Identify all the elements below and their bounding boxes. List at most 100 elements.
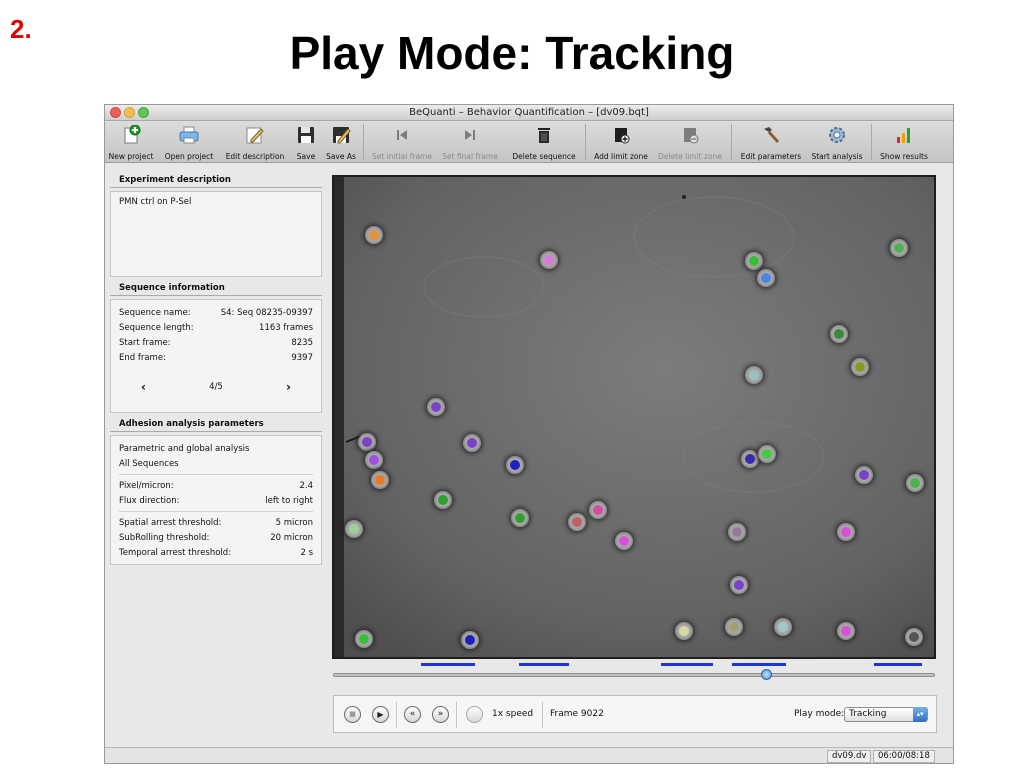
floppy-disk-icon [298,127,314,143]
speed-knob[interactable] [466,706,483,723]
track-marker-dot [894,243,904,253]
microscope-frame-image [334,177,934,657]
delete-zone-icon [684,128,699,144]
window-title: BeQuanti – Behavior Quantification – [dv… [409,107,649,118]
divider [119,511,313,512]
track-marker-dot [745,454,755,464]
toolbar: New project Open project Edit descriptio… [105,121,953,163]
delete-sequence-button[interactable]: Delete sequence [509,121,579,163]
spatial-threshold-row: Spatial arrest threshold: 5 micron [119,517,313,528]
adhesion-parameters-box: Parametric and global analysis All Seque… [110,435,322,565]
minimize-window-button[interactable] [124,107,135,118]
track-marker-dot [465,635,475,645]
hammer-icon [764,127,779,143]
playback-controls: ■ ▶ « » 1x speed Frame 9022 Play mode: T… [333,695,937,733]
toolbar-separator [871,124,872,160]
track-marker-dot [841,626,851,636]
pixel-micron-row: Pixel/micron: 2.4 [119,480,313,491]
stop-button[interactable]: ■ [344,706,361,723]
save-as-button[interactable]: Save As [325,121,357,163]
track-marker-dot [467,438,477,448]
fast-forward-button[interactable]: » [432,706,449,723]
tracked-cell [358,433,376,451]
set-final-frame-button[interactable]: Set final frame [441,121,499,163]
track-marker-dot [359,634,369,644]
track-marker-dot [431,402,441,412]
track-marker-dot [679,626,689,636]
track-marker-dot [734,580,744,590]
status-file: dv09.dv [827,750,872,763]
sequence-information-box: Sequence name: S4: Seq 08235-09397 Sequen… [110,299,322,413]
experiment-description-box[interactable]: PMN ctrl on P-Sel [110,191,322,277]
track-marker-dot [515,513,525,523]
show-results-button[interactable]: Show results [877,121,931,163]
app-window: BeQuanti – Behavior Quantification – [dv… [104,104,954,764]
timeline-track-segment [661,663,713,666]
timeline-slider-knob[interactable] [761,669,772,680]
track-marker-dot [544,255,554,265]
slide-title: Play Mode: Tracking [289,27,735,79]
timeline-track-segment [732,663,786,666]
timeline-slider-track[interactable] [333,673,935,677]
experiment-description-header: Experiment description [110,173,322,188]
delete-limit-zone-button[interactable]: Delete limit zone [657,121,723,163]
new-document-icon [124,125,141,144]
track-marker-dot [834,329,844,339]
track-marker-dot [729,622,739,632]
tracked-cell [461,631,479,649]
toolbar-separator [585,124,586,160]
zoom-window-button[interactable] [138,107,149,118]
video-viewer[interactable] [332,175,936,659]
track-marker-dot [909,632,919,642]
play-mode-select[interactable]: Tracking ▴▾ [844,707,928,722]
analysis-type: Parametric and global analysis [119,443,250,454]
tracked-cell [855,466,873,484]
track-marker-dot [749,256,759,266]
track-marker-dot [438,495,448,505]
previous-sequence-button[interactable]: ‹ [141,380,146,394]
tracked-cell [728,523,746,541]
rewind-button[interactable]: « [404,706,421,723]
play-button[interactable]: ▶ [372,706,389,723]
tracked-cell [434,491,452,509]
add-limit-zone-button[interactable]: Add limit zone [591,121,651,163]
start-analysis-button[interactable]: Start analysis [809,121,865,163]
tracked-cell [830,325,848,343]
gear-icon [829,127,845,143]
tracked-cell [725,618,743,636]
open-project-button[interactable]: Open project [161,121,217,163]
set-initial-frame-button[interactable]: Set initial frame [371,121,433,163]
tracked-cell [741,450,759,468]
track-marker-dot [749,370,759,380]
tracked-cell [745,366,763,384]
tracked-cell [345,520,363,538]
tracked-cell [758,445,776,463]
skip-to-start-icon [397,130,407,140]
adhesion-parameters-header: Adhesion analysis parameters [110,417,322,432]
tracked-cell [745,252,763,270]
edit-description-button[interactable]: Edit description [221,121,289,163]
track-marker-dot [841,527,851,537]
new-project-button[interactable]: New project [105,121,157,163]
skip-to-end-icon [465,130,475,140]
tracked-cell [540,251,558,269]
save-button[interactable]: Save [293,121,319,163]
status-bar: dv09.dv 06:00/08:18 [105,747,953,763]
speed-label: 1x speed [492,709,534,719]
edit-parameters-button[interactable]: Edit parameters [739,121,803,163]
add-zone-icon [615,128,630,144]
close-window-button[interactable] [110,107,121,118]
sequence-pager: ‹ 4/5 › [119,379,313,394]
tracked-cell [675,622,693,640]
track-marker-dot [510,460,520,470]
next-sequence-button[interactable]: › [286,380,291,394]
tracked-cell [427,398,445,416]
temporal-threshold-row: Temporal arrest threshold: 2 s [119,547,313,558]
flux-direction-row: Flux direction: left to right [119,495,313,506]
tracked-cell [730,576,748,594]
frame-counter: Frame 9022 [550,709,604,719]
track-marker-dot [572,517,582,527]
tracked-cell [371,471,389,489]
toolbar-separator [731,124,732,160]
track-marker-dot [362,437,372,447]
